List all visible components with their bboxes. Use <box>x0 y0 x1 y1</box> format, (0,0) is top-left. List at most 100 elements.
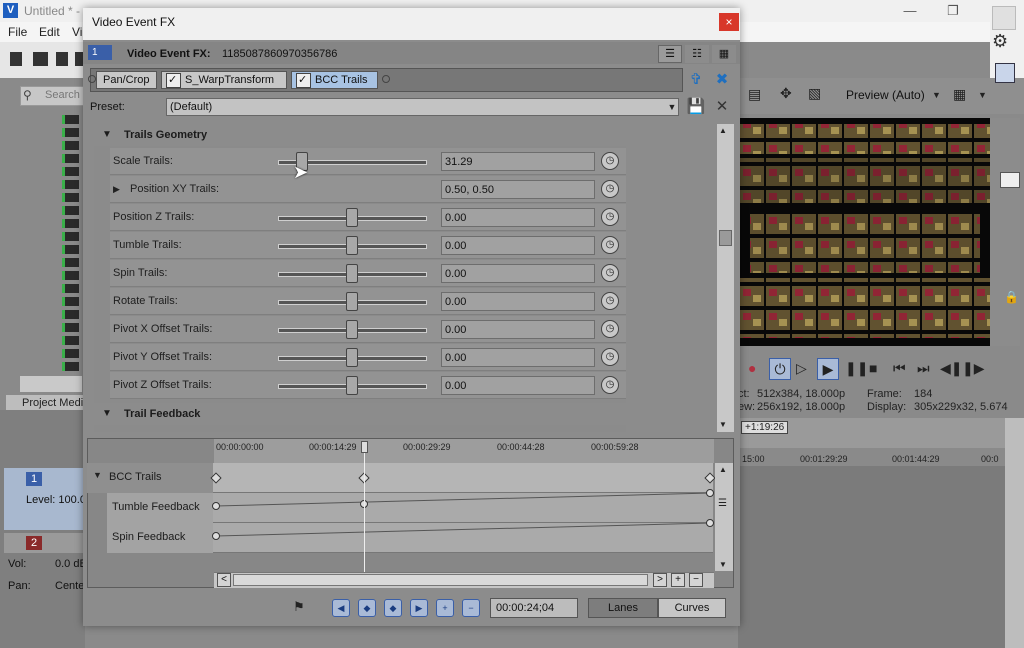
media-file-icon[interactable] <box>62 349 79 358</box>
collapse-triangle-icon[interactable]: ▼ <box>102 129 112 140</box>
media-file-icon[interactable] <box>62 128 79 137</box>
timeline-vertical-scrollbar[interactable] <box>1005 418 1024 648</box>
next-frame-icon[interactable]: ❚▶ <box>962 360 985 377</box>
gear-icon[interactable]: ⚙ <box>992 31 1008 52</box>
param-slider-thumb[interactable] <box>345 320 358 339</box>
delete-keyframe-icon[interactable]: − <box>462 599 480 617</box>
collapse-triangle-icon[interactable]: ▼ <box>102 408 112 419</box>
loop-playback-icon[interactable]: ⏻ <box>769 358 791 380</box>
tab-project-media[interactable]: Project Medi <box>6 395 85 411</box>
parameters-scrollbar-thumb[interactable] <box>719 230 732 246</box>
section-trail-feedback[interactable]: ▼ Trail Feedback <box>94 403 626 425</box>
param-slider-thumb[interactable] <box>345 264 358 283</box>
preview-properties-icon[interactable]: ▤ <box>748 86 761 103</box>
go-to-start-icon[interactable]: ⏮ <box>893 360 906 377</box>
audio-track-header[interactable] <box>4 533 86 553</box>
chain-plugin-warp-transform[interactable]: S_WarpTransform <box>161 71 287 89</box>
stop-icon[interactable]: ■ <box>869 360 877 376</box>
vertical-scroll-thumb[interactable]: ☰ <box>718 498 727 509</box>
restore-icon[interactable]: ❐ <box>938 3 968 19</box>
close-icon[interactable]: × <box>719 13 739 31</box>
animate-keyframe-icon[interactable]: ◷ <box>601 236 619 254</box>
scroll-up-button[interactable] <box>992 6 1016 30</box>
lanes-button[interactable]: Lanes <box>588 598 658 618</box>
curves-button[interactable]: Curves <box>658 598 726 618</box>
go-to-end-icon[interactable]: ⏭ <box>917 360 930 377</box>
new-file-icon[interactable] <box>10 52 22 66</box>
param-value-field[interactable]: 0.00 <box>441 320 595 339</box>
param-slider-thumb[interactable] <box>345 376 358 395</box>
previous-keyframe-icon[interactable]: ◆ <box>358 599 376 617</box>
media-file-icon[interactable] <box>62 167 79 176</box>
plugin-chooser-icon[interactable]: ✞ <box>686 70 706 90</box>
chain-plugin-bcc-trails[interactable]: BCC Trails <box>291 71 378 89</box>
animate-keyframe-icon[interactable]: ◷ <box>601 152 619 170</box>
zoom-in-icon[interactable]: + <box>671 573 685 587</box>
view-grid-icon[interactable]: ▦ <box>712 45 736 63</box>
media-file-icon[interactable] <box>62 336 79 345</box>
last-keyframe-icon[interactable]: ▶ <box>410 599 428 617</box>
plugin-enabled-checkbox[interactable] <box>166 72 181 88</box>
horizontal-scroll-thumb[interactable] <box>233 574 648 586</box>
add-keyframe-icon[interactable]: + <box>436 599 454 617</box>
keyframe-cursor-handle[interactable] <box>361 441 368 453</box>
param-value-field[interactable]: 0.00 <box>441 236 595 255</box>
param-value-field[interactable]: 31.29 <box>441 152 595 171</box>
zoom-out-icon[interactable]: − <box>689 573 703 587</box>
param-value-field[interactable]: 0.00 <box>441 292 595 311</box>
collapse-triangle-icon[interactable]: ▼ <box>93 470 102 480</box>
keyframe-time-field[interactable]: 00:00:24;04 <box>490 598 578 618</box>
param-value-field[interactable]: 0.00 <box>441 376 595 395</box>
param-slider-thumb[interactable] <box>345 236 358 255</box>
media-file-icon[interactable] <box>62 219 79 228</box>
media-file-icon[interactable] <box>62 310 79 319</box>
chain-plugin-pan-crop[interactable]: Pan/Crop <box>96 71 157 89</box>
param-value-field[interactable]: 0.50, 0.50 <box>441 180 595 199</box>
scroll-up-arrow-icon[interactable]: ▲ <box>719 126 727 135</box>
parameters-scrollbar[interactable] <box>717 124 734 432</box>
media-file-icon[interactable] <box>62 193 79 202</box>
animate-keyframe-icon[interactable]: ◷ <box>601 264 619 282</box>
keyframe-marker[interactable] <box>706 489 714 497</box>
animate-keyframe-icon[interactable]: ◷ <box>601 376 619 394</box>
scroll-left-icon[interactable]: < <box>217 573 231 587</box>
param-value-field[interactable]: 0.00 <box>441 208 595 227</box>
sync-cursor-icon[interactable]: ⚑ <box>293 599 305 615</box>
plugin-enabled-checkbox[interactable] <box>296 72 311 88</box>
snapshot-icon[interactable] <box>995 63 1015 83</box>
animate-keyframe-icon[interactable]: ◷ <box>601 208 619 226</box>
animate-keyframe-icon[interactable]: ◷ <box>601 320 619 338</box>
delete-preset-icon[interactable]: ✕ <box>712 97 732 117</box>
keyframe-marker[interactable] <box>706 519 714 527</box>
lock-icon[interactable]: 🔒 <box>1004 290 1019 304</box>
animate-keyframe-icon[interactable]: ◷ <box>601 180 619 198</box>
media-file-icon[interactable] <box>62 245 79 254</box>
scroll-up-arrow-icon[interactable]: ▲ <box>719 465 727 474</box>
pause-icon[interactable]: ❚❚ <box>845 360 868 377</box>
grid-icon[interactable]: ▦ <box>953 86 966 103</box>
menu-edit[interactable]: Edit <box>39 25 60 39</box>
next-keyframe-icon[interactable]: ◆ <box>384 599 402 617</box>
keyframe-cursor-line[interactable] <box>364 449 365 577</box>
scroll-down-arrow-icon[interactable]: ▼ <box>719 560 727 569</box>
media-scrollbar[interactable] <box>20 376 82 392</box>
preset-dropdown[interactable]: (Default) <box>166 98 679 116</box>
media-file-icon[interactable] <box>62 206 79 215</box>
media-file-icon[interactable] <box>62 284 79 293</box>
timeline-tracks[interactable] <box>738 466 1008 648</box>
dialog-titlebar[interactable] <box>83 8 740 38</box>
remove-plugin-icon[interactable]: ✖ <box>712 70 732 90</box>
zoom-slider-handle[interactable] <box>1000 172 1020 188</box>
keyframe-vertical-scrollbar[interactable] <box>715 463 733 571</box>
media-file-icon[interactable] <box>62 323 79 332</box>
keyframe-marker[interactable] <box>212 502 220 510</box>
split-screen-icon[interactable]: ✥ <box>780 85 792 102</box>
previous-frame-icon[interactable]: ◀❚ <box>940 360 963 377</box>
play-from-start-icon[interactable]: ▷ <box>796 360 807 377</box>
media-file-icon[interactable] <box>62 180 79 189</box>
param-slider-thumb[interactable] <box>345 292 358 311</box>
keyframe-ruler[interactable] <box>214 439 714 463</box>
param-value-field[interactable]: 0.00 <box>441 264 595 283</box>
play-icon[interactable]: ▶ <box>817 358 839 380</box>
menu-view[interactable]: Vi <box>72 25 82 39</box>
